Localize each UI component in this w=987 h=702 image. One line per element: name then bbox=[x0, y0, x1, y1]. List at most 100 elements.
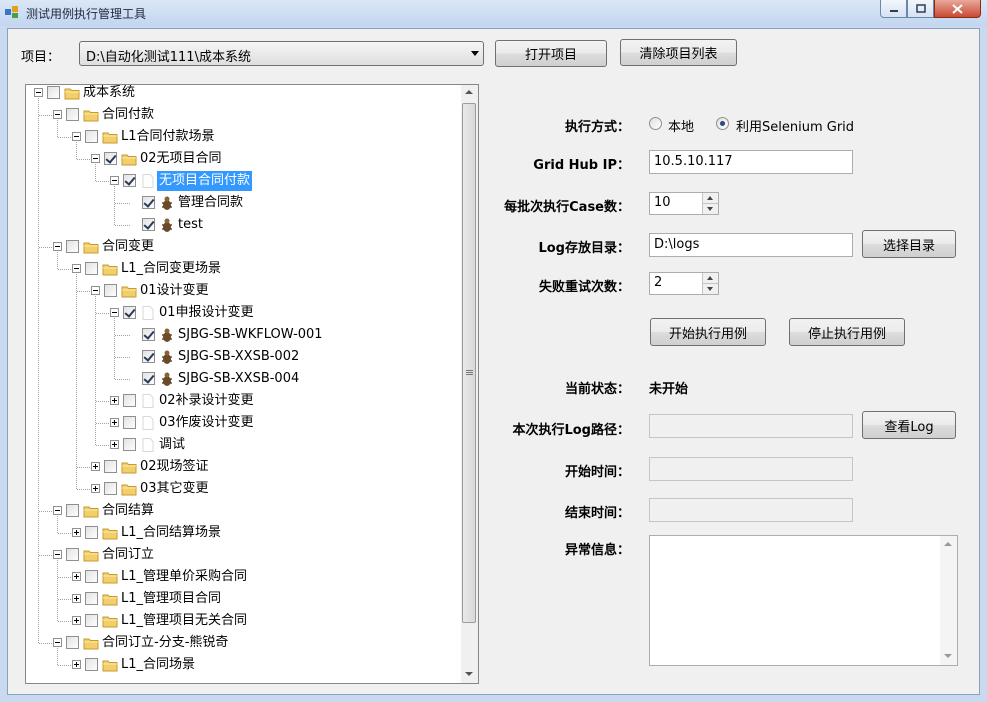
tree-node-label[interactable]: L1_管理单价采购合同 bbox=[119, 567, 249, 587]
tree-node[interactable]: test bbox=[26, 215, 462, 235]
error-scrollbar[interactable] bbox=[940, 536, 957, 665]
tree-node-checkbox[interactable] bbox=[142, 196, 155, 209]
tree-node-label[interactable]: 合同订立-分支-熊锐奇 bbox=[100, 633, 230, 653]
tree-node-checkbox[interactable] bbox=[123, 306, 136, 319]
tree-node-label[interactable]: 02无项目合同 bbox=[138, 149, 224, 169]
expand-icon[interactable] bbox=[72, 616, 81, 625]
tree-node-checkbox[interactable] bbox=[85, 526, 98, 539]
collapse-icon[interactable] bbox=[110, 308, 119, 317]
tree-node-checkbox[interactable] bbox=[104, 152, 117, 165]
expand-icon[interactable] bbox=[110, 418, 119, 427]
tree-node-checkbox[interactable] bbox=[85, 262, 98, 275]
tree-node[interactable]: L1_管理项目合同 bbox=[26, 589, 462, 609]
tree-node-label[interactable]: 成本系统 bbox=[81, 85, 137, 103]
tree-node-label[interactable]: L1_合同场景 bbox=[119, 655, 197, 675]
stepper-up-button[interactable] bbox=[702, 193, 718, 204]
scroll-up-icon[interactable] bbox=[465, 90, 473, 94]
tree-node-checkbox[interactable] bbox=[142, 328, 155, 341]
error-textarea[interactable] bbox=[649, 535, 958, 666]
mode-local-label[interactable]: 本地 bbox=[668, 116, 694, 135]
tree-node[interactable]: 03其它变更 bbox=[26, 479, 462, 499]
tree-node-label[interactable]: 无项目合同付款 bbox=[157, 171, 253, 191]
expand-icon[interactable] bbox=[110, 440, 119, 449]
scrollbar-thumb[interactable] bbox=[462, 103, 476, 623]
stepper-up-button[interactable] bbox=[702, 273, 718, 284]
tree-node[interactable]: L1_合同场景 bbox=[26, 655, 462, 675]
tree-node-checkbox[interactable] bbox=[85, 592, 98, 605]
mode-local-radio[interactable] bbox=[649, 117, 662, 130]
open-project-button[interactable]: 打开项目 bbox=[495, 40, 607, 67]
tree-node-checkbox[interactable] bbox=[142, 350, 155, 363]
tree-node-checkbox[interactable] bbox=[104, 482, 117, 495]
collapse-icon[interactable] bbox=[91, 286, 100, 295]
tree-node-label[interactable]: SJBG-SB-XXSB-002 bbox=[176, 347, 301, 367]
tree-node-checkbox[interactable] bbox=[123, 174, 136, 187]
tree-node-label[interactable]: 合同变更 bbox=[100, 237, 156, 257]
tree-node-label[interactable]: 02现场签证 bbox=[138, 457, 211, 477]
tree-node[interactable]: 合同付款 bbox=[26, 105, 462, 125]
tree-node[interactable]: L1合同付款场景 bbox=[26, 127, 462, 147]
collapse-icon[interactable] bbox=[53, 242, 62, 251]
choose-dir-button[interactable]: 选择目录 bbox=[862, 230, 956, 258]
collapse-icon[interactable] bbox=[72, 132, 81, 141]
tree-node-checkbox[interactable] bbox=[66, 240, 79, 253]
scroll-up-icon[interactable] bbox=[944, 542, 952, 546]
tree-node[interactable]: SJBG-SB-XXSB-002 bbox=[26, 347, 462, 367]
tree-node-checkbox[interactable] bbox=[47, 86, 60, 99]
tree-node-label[interactable]: 合同结算 bbox=[100, 501, 156, 521]
tree-node-checkbox[interactable] bbox=[85, 614, 98, 627]
tree-node[interactable]: SJBG-SB-XXSB-004 bbox=[26, 369, 462, 389]
tree-node[interactable]: 无项目合同付款 bbox=[26, 171, 462, 191]
tree-node-label[interactable]: SJBG-SB-WKFLOW-001 bbox=[176, 325, 325, 345]
tree-node-checkbox[interactable] bbox=[123, 416, 136, 429]
title-bar[interactable]: 测试用例执行管理工具 bbox=[0, 0, 987, 26]
tree-node[interactable]: 调试 bbox=[26, 435, 462, 455]
tree-node[interactable]: L1_管理项目无关合同 bbox=[26, 611, 462, 631]
tree-node[interactable]: 03作废设计变更 bbox=[26, 413, 462, 433]
scroll-down-icon[interactable] bbox=[465, 672, 473, 676]
expand-icon[interactable] bbox=[91, 462, 100, 471]
project-select[interactable]: D:\自动化测试111\成本系统 bbox=[79, 41, 484, 66]
tree-node-checkbox[interactable] bbox=[66, 548, 79, 561]
collapse-icon[interactable] bbox=[110, 176, 119, 185]
tree-node-checkbox[interactable] bbox=[123, 394, 136, 407]
minimize-button[interactable] bbox=[880, 0, 907, 18]
test-case-tree[interactable]: L1_合同场景 合同订立-分支-熊锐奇 L1_管理项目无关合同 L1_管理项目合同 L1… bbox=[25, 84, 479, 684]
tree-node[interactable]: 合同订立-分支-熊锐奇 bbox=[26, 633, 462, 653]
tree-node-label[interactable]: 02补录设计变更 bbox=[157, 391, 256, 411]
expand-icon[interactable] bbox=[72, 594, 81, 603]
tree-node-label[interactable]: L1_合同变更场景 bbox=[119, 259, 223, 279]
stop-exec-button[interactable]: 停止执行用例 bbox=[789, 318, 905, 346]
tree-node[interactable]: L1_合同变更场景 bbox=[26, 259, 462, 279]
tree-node-label[interactable]: 合同付款 bbox=[100, 105, 156, 125]
tree-node[interactable]: 01设计变更 bbox=[26, 281, 462, 301]
expand-icon[interactable] bbox=[72, 660, 81, 669]
close-button[interactable] bbox=[934, 0, 981, 18]
tree-node-checkbox[interactable] bbox=[66, 504, 79, 517]
tree-node-checkbox[interactable] bbox=[142, 372, 155, 385]
maximize-button[interactable] bbox=[907, 0, 934, 18]
tree-node-checkbox[interactable] bbox=[66, 108, 79, 121]
tree-node-label[interactable]: L1_合同结算场景 bbox=[119, 523, 223, 543]
tree-node[interactable]: L1_管理单价采购合同 bbox=[26, 567, 462, 587]
tree-node-label[interactable]: L1_管理项目无关合同 bbox=[119, 611, 249, 631]
tree-node[interactable]: 合同变更 bbox=[26, 237, 462, 257]
collapse-icon[interactable] bbox=[53, 110, 62, 119]
tree-node[interactable]: 管理合同款 bbox=[26, 193, 462, 213]
mode-grid-radio[interactable] bbox=[716, 117, 729, 130]
stepper-down-button[interactable] bbox=[702, 284, 718, 294]
scroll-down-icon[interactable] bbox=[944, 654, 952, 658]
tree-scrollbar[interactable] bbox=[461, 85, 478, 683]
tree-node-label[interactable]: SJBG-SB-XXSB-004 bbox=[176, 369, 301, 389]
tree-node-label[interactable]: L1合同付款场景 bbox=[119, 127, 217, 147]
expand-icon[interactable] bbox=[72, 528, 81, 537]
tree-node-label[interactable]: 03作废设计变更 bbox=[157, 413, 256, 433]
mode-grid-label[interactable]: 利用Selenium Grid bbox=[736, 116, 854, 135]
collapse-icon[interactable] bbox=[53, 638, 62, 647]
tree-node-label[interactable]: 管理合同款 bbox=[176, 193, 245, 213]
log-dir-input[interactable]: D:\logs bbox=[649, 233, 853, 257]
clear-project-list-button[interactable]: 清除项目列表 bbox=[620, 39, 737, 66]
tree-node-label[interactable]: 01申报设计变更 bbox=[157, 303, 256, 323]
tree-node-checkbox[interactable] bbox=[66, 636, 79, 649]
tree-node[interactable]: 成本系统 bbox=[26, 85, 462, 103]
